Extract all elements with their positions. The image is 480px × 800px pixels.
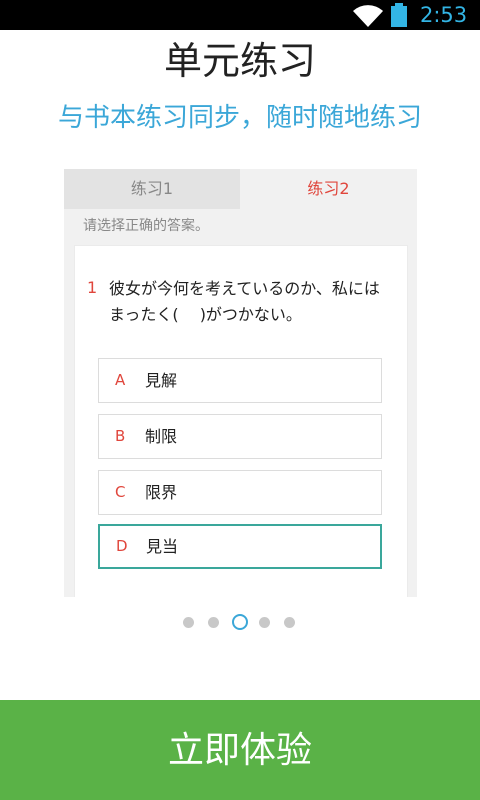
option-letter: B [115,427,126,445]
page-dot-5[interactable] [284,617,295,628]
page-indicator [178,612,302,632]
instruction-text: 请选择正确的答案。 [83,218,209,234]
status-time: 2:53 [420,3,468,27]
battery-icon [391,3,407,27]
page-title: 单元练习 [163,39,316,83]
page-dot-3[interactable] [232,614,248,630]
wifi-icon [353,5,383,27]
exercise-tabs: 练习1 练习2 [64,169,417,209]
option-letter: C [115,483,126,501]
option-a[interactable]: A 見解 [98,358,382,403]
tab-exercise-2[interactable]: 练习2 [240,169,417,209]
option-text: 見解 [145,371,178,390]
option-letter: D [116,537,128,555]
option-text: 限界 [145,483,178,502]
option-letter: A [115,371,126,389]
question-text: 彼女が今何を考えているのか、私にはまったく( )がつかない。 [109,279,380,324]
option-text: 見当 [146,537,179,556]
option-text: 制限 [145,427,178,446]
option-d[interactable]: D 見当 [98,524,382,569]
page-subtitle: 与书本练习同步，随时随地练习 [57,103,422,133]
page-dot-4[interactable] [259,617,270,628]
option-b[interactable]: B 制限 [98,414,382,459]
exercise-preview: 练习1 练习2 请选择正确的答案。 1 彼女が今何を考えているのか、私にはまった… [64,169,417,597]
option-c[interactable]: C 限界 [98,470,382,515]
try-now-button[interactable]: 立即体验 [0,700,480,800]
status-bar: 2:53 [0,0,480,30]
tab-exercise-1[interactable]: 练习1 [64,169,240,209]
page-dot-1[interactable] [183,617,194,628]
page-dot-2[interactable] [208,617,219,628]
question-number: 1 [87,278,98,297]
question-card: 1 彼女が今何を考えているのか、私にはまったく( )がつかない。 A 見解 B … [74,245,408,597]
